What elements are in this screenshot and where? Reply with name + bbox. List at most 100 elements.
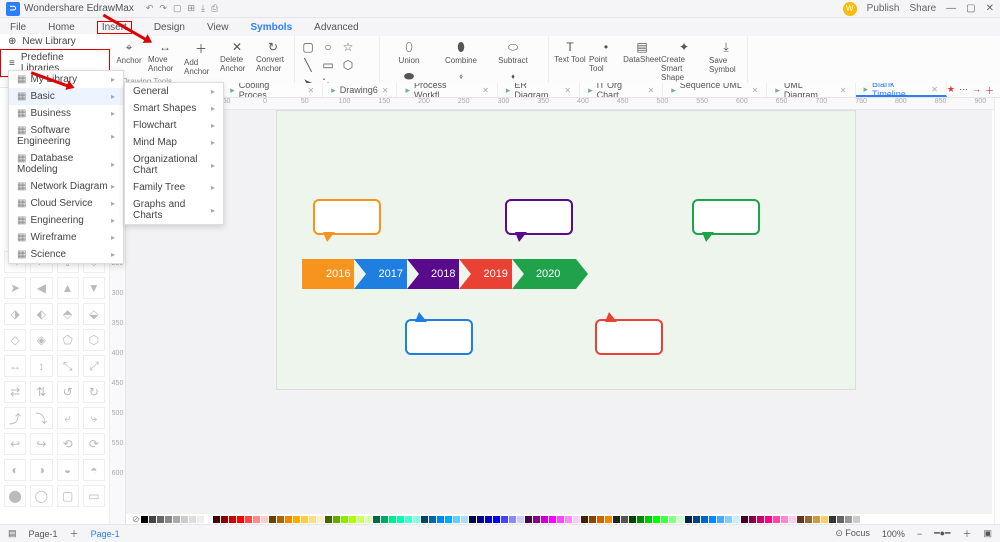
category-item[interactable]: ▦Science▸ (9, 246, 123, 263)
shape-thumbnail[interactable]: ⇄ (4, 381, 26, 403)
color-swatch[interactable] (677, 516, 684, 523)
shape-thumbnail[interactable]: ⤵ (30, 407, 52, 429)
color-swatch[interactable] (413, 516, 420, 523)
datasheet-tool[interactable]: ▤DataSheet (625, 38, 659, 82)
color-swatch[interactable] (509, 516, 516, 523)
color-swatch[interactable] (485, 516, 492, 523)
category-item[interactable]: ▦Network Diagram▸ (9, 178, 123, 195)
color-swatch[interactable] (197, 516, 204, 523)
color-swatch[interactable] (277, 516, 284, 523)
shape-thumbnail[interactable]: ⤢ (83, 355, 105, 377)
status-page-add-icon[interactable]: ＋ (70, 527, 79, 540)
shape-circle[interactable]: ○ (319, 38, 337, 54)
timeline-year-2020[interactable]: 2020 (512, 259, 576, 289)
color-swatch[interactable] (373, 516, 380, 523)
tab-close-icon[interactable]: ✕ (308, 86, 315, 95)
tab-close-icon[interactable]: ✕ (752, 86, 759, 95)
category-item[interactable]: ▦Basic▸ (9, 88, 123, 105)
color-swatch[interactable] (501, 516, 508, 523)
color-swatch[interactable] (181, 516, 188, 523)
move-anchor-tool[interactable]: ↔Move Anchor (148, 38, 182, 76)
document-tab[interactable]: ▸Cooling Proces...✕ (222, 83, 323, 97)
focus-button[interactable]: ⊙ Focus (835, 528, 870, 539)
shape-thumbnail[interactable]: ↔ (4, 355, 26, 377)
category-item[interactable]: ▦Wireframe▸ (9, 229, 123, 246)
color-swatch[interactable] (661, 516, 668, 523)
category-item[interactable]: ▦Cloud Service▸ (9, 195, 123, 212)
point-tool[interactable]: •Point Tool (589, 38, 623, 82)
category-item[interactable]: ▦Business▸ (9, 105, 123, 122)
color-swatch[interactable] (445, 516, 452, 523)
color-swatch[interactable] (229, 516, 236, 523)
document-tab[interactable]: ▸Blank Timeline✕ (856, 83, 947, 97)
category-item[interactable]: ▦Database Modeling▸ (9, 150, 123, 178)
color-swatch[interactable] (293, 516, 300, 523)
color-swatch[interactable] (685, 516, 692, 523)
color-swatch[interactable] (157, 516, 164, 523)
menu-home[interactable]: Home (48, 22, 75, 33)
zoom-out-icon[interactable]: − (917, 529, 922, 539)
shape-thumbnail[interactable]: ➤ (4, 277, 26, 299)
color-swatch[interactable] (429, 516, 436, 523)
canvas[interactable]: 2016 2017 2018 2019 2020 (126, 110, 992, 514)
document-tab[interactable]: ▸Drawing6✕ (323, 83, 397, 97)
shape-thumbnail[interactable]: ▭ (83, 485, 105, 507)
tab-next-icon[interactable]: → (972, 84, 981, 97)
bool-union[interactable]: ⬯Union (384, 38, 434, 65)
add-anchor-tool[interactable]: ＋Add Anchor (184, 38, 218, 76)
color-swatch[interactable] (525, 516, 532, 523)
zoom-value[interactable]: 100% (882, 529, 905, 539)
tab-close-icon[interactable]: ✕ (564, 86, 571, 95)
subcategory-item[interactable]: Family Tree▸ (125, 179, 223, 196)
color-swatch[interactable] (805, 516, 812, 523)
color-swatch[interactable] (221, 516, 228, 523)
convert-anchor-tool[interactable]: ↻Convert Anchor (256, 38, 290, 76)
shape-thumbnail[interactable]: ↺ (57, 381, 79, 403)
category-item[interactable]: ▦My Library▸ (9, 71, 123, 88)
shape-thumbnail[interactable]: ⤶ (57, 407, 79, 429)
shape-thumbnail[interactable]: ⟲ (57, 433, 79, 455)
color-swatch[interactable] (261, 516, 268, 523)
shape-thumbnail[interactable]: ⬖ (30, 303, 52, 325)
savesymbol-tool[interactable]: ⤓Save Symbol (709, 38, 743, 82)
shape-thumbnail[interactable]: ▢ (57, 485, 79, 507)
shape-thumbnail[interactable]: ⟳ (83, 433, 105, 455)
shape-thumbnail[interactable]: ⬡ (83, 329, 105, 351)
color-swatch[interactable] (389, 516, 396, 523)
subcategory-item[interactable]: Organizational Chart▸ (125, 151, 223, 179)
color-swatch[interactable] (733, 516, 740, 523)
color-swatch[interactable] (213, 516, 220, 523)
shape-thumbnail[interactable]: ⇅ (30, 381, 52, 403)
shape-thumbnail[interactable]: ◇ (4, 329, 26, 351)
document-tab[interactable]: ▸Process Workfl...✕ (397, 83, 497, 97)
document-tab[interactable]: ▸IT Org Chart✕ (580, 83, 663, 97)
color-swatch[interactable] (853, 516, 860, 523)
shape-line[interactable]: ╲ (299, 56, 317, 72)
zoom-in-icon[interactable]: ＋ (962, 527, 971, 540)
shape-rect[interactable]: ▢ (299, 38, 317, 54)
tab-close-icon[interactable]: ✕ (482, 86, 489, 95)
color-swatch[interactable] (405, 516, 412, 523)
status-view-icon[interactable]: ▤ (8, 528, 17, 539)
shape-thumbnail[interactable]: ◀ (30, 277, 52, 299)
subcategory-item[interactable]: Graphs and Charts▸ (125, 196, 223, 224)
color-swatch[interactable] (629, 516, 636, 523)
color-swatch[interactable] (365, 516, 372, 523)
shape-thumbnail[interactable]: ◐ (4, 459, 26, 481)
color-swatch[interactable] (837, 516, 844, 523)
color-swatch[interactable] (749, 516, 756, 523)
right-panel-handle[interactable] (994, 98, 1000, 524)
close-icon[interactable]: ✕ (986, 3, 994, 14)
color-swatch[interactable] (165, 516, 172, 523)
color-swatch[interactable] (397, 516, 404, 523)
menu-view[interactable]: View (207, 22, 229, 33)
color-swatch[interactable] (381, 516, 388, 523)
color-swatch[interactable] (637, 516, 644, 523)
shape-thumbnail[interactable]: ↕ (30, 355, 52, 377)
color-swatch[interactable] (533, 516, 540, 523)
color-swatch[interactable] (709, 516, 716, 523)
color-swatch[interactable] (781, 516, 788, 523)
color-swatch[interactable] (325, 516, 332, 523)
menu-insert[interactable]: Insert (97, 21, 132, 34)
shape-thumbnail[interactable]: ⬙ (83, 303, 105, 325)
